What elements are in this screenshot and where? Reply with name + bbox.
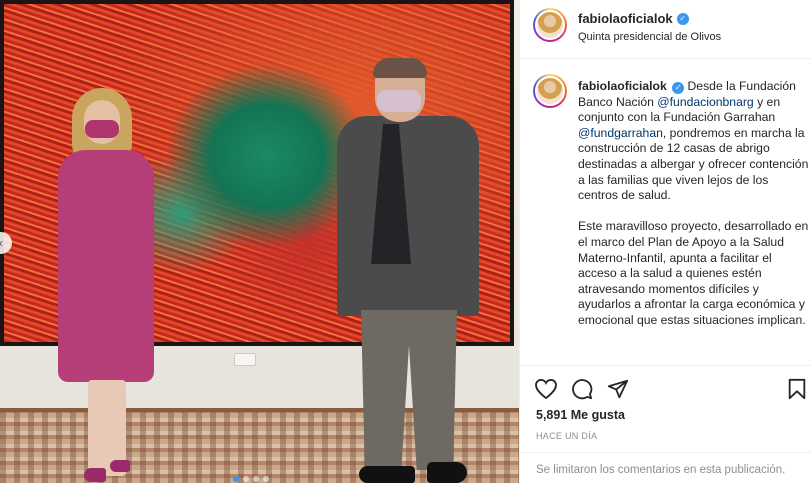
man-shoe xyxy=(427,462,467,483)
caption-section: fabiolaoficialok ✓ Desde la Fundación Ba… xyxy=(520,60,811,365)
verified-badge-icon: ✓ xyxy=(672,81,685,94)
like-button[interactable] xyxy=(534,377,558,401)
avatar[interactable] xyxy=(533,8,567,42)
mention-link[interactable]: @fundgarrahan xyxy=(578,126,663,140)
instagram-post: ‹ fabiolaoficialok ✓ Quinta presidencial… xyxy=(0,0,811,483)
post-photo[interactable]: ‹ xyxy=(0,0,519,483)
verified-badge-icon: ✓ xyxy=(676,12,689,25)
comment-bubble-icon xyxy=(572,379,593,400)
save-button[interactable] xyxy=(785,377,809,401)
carousel-dot xyxy=(233,476,239,482)
wall-outlet xyxy=(234,353,256,366)
man-hair xyxy=(373,58,427,78)
bookmark-icon xyxy=(788,378,806,400)
woman-dress xyxy=(58,150,154,382)
man-shoe xyxy=(359,466,415,483)
header-username-row: fabiolaoficialok ✓ xyxy=(578,11,689,26)
carousel-dot xyxy=(263,476,269,482)
caption-username[interactable]: fabiolaoficialok xyxy=(578,79,667,93)
header-username[interactable]: fabiolaoficialok xyxy=(578,11,673,26)
header-location[interactable]: Quinta presidencial de Olivos xyxy=(578,31,721,43)
share-button[interactable] xyxy=(606,377,630,401)
mention-link[interactable]: @fundacionbnarg xyxy=(657,95,753,109)
heart-icon xyxy=(535,379,557,399)
carousel-dot xyxy=(243,476,249,482)
caption-text: fabiolaoficialok ✓ Desde la Fundación Ba… xyxy=(578,79,810,329)
comment-button[interactable] xyxy=(570,377,594,401)
man-pants xyxy=(361,310,457,470)
woman-figure xyxy=(54,88,158,483)
comments-disabled-notice: Se limitaron los comentarios en esta pub… xyxy=(520,452,811,483)
man-mask xyxy=(377,90,421,112)
carousel-dots xyxy=(233,476,269,482)
man-figure xyxy=(335,58,485,483)
paper-plane-icon xyxy=(607,379,629,399)
caption-paragraph: Este maravilloso proyecto, desarrollado … xyxy=(578,219,809,327)
chevron-left-icon: ‹ xyxy=(0,236,3,250)
post-actions: 5,891 Me gusta HACE UN DÍA Se limitaron … xyxy=(520,365,811,483)
woman-shoe xyxy=(110,460,130,472)
man-jacket xyxy=(337,116,479,316)
post-header: fabiolaoficialok ✓ Quinta presidencial d… xyxy=(520,0,811,59)
carousel-dot xyxy=(253,476,259,482)
woman-mask xyxy=(85,120,119,138)
avatar[interactable] xyxy=(533,74,567,108)
post-timestamp[interactable]: HACE UN DÍA xyxy=(536,431,597,441)
post-side-panel: fabiolaoficialok ✓ Quinta presidencial d… xyxy=(519,0,811,483)
likes-count[interactable]: 5,891 Me gusta xyxy=(536,408,625,422)
woman-shoe xyxy=(84,468,106,482)
